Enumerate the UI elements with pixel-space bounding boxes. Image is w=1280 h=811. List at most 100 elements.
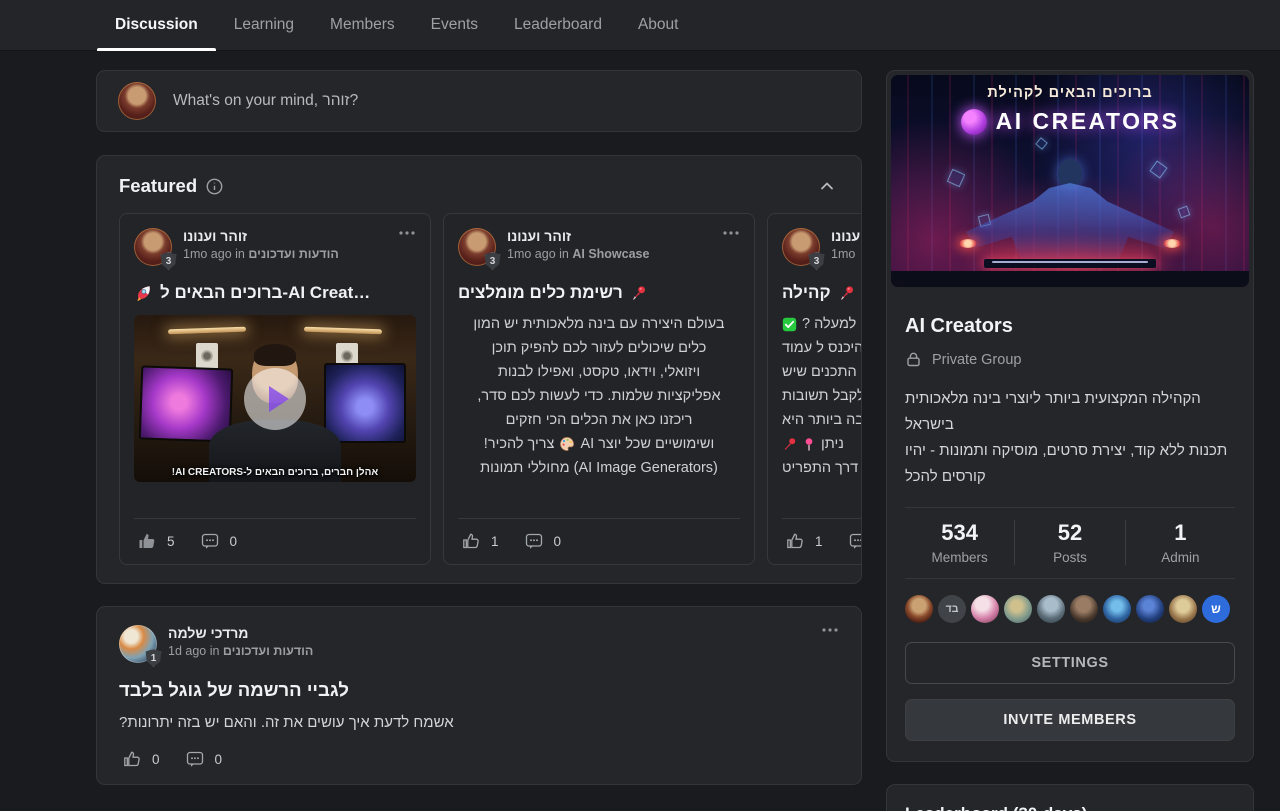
body-segment: ניתן [821, 432, 844, 456]
chevron-up-icon[interactable] [819, 178, 835, 194]
post-time: 1mo [831, 247, 855, 261]
tab-events[interactable]: Events [413, 0, 496, 51]
post-channel[interactable]: הודעות ועדכונים [248, 247, 338, 261]
post-title[interactable]: ‎ברוכים הבאים ל-AI Creat… [134, 283, 416, 303]
member-avatar[interactable] [1070, 595, 1098, 623]
member-avatars-row: בד ש [905, 595, 1235, 623]
featured-card-tools[interactable]: 3 זוהר וענונו 1mo ago in AI Showcase [443, 213, 755, 565]
post-body: בעולם היצירה עם בינה מלאכותית יש המון כל… [458, 312, 740, 480]
post-card[interactable]: 1 מרדכי שלמה 1d ago in הודעות ועדכונים ל… [96, 606, 862, 785]
body-segment: ושימושיים שכל יוצר AI [580, 432, 714, 456]
lock-icon [905, 351, 922, 368]
body-line: דרך התפריט [782, 456, 862, 480]
banner-figure-head [1058, 159, 1082, 187]
info-icon[interactable] [206, 178, 223, 195]
banner-desk [891, 271, 1249, 287]
author-avatar[interactable]: 3 [458, 228, 496, 266]
author-avatar[interactable]: 3 [134, 228, 172, 266]
featured-card-community[interactable]: 3 זוהר וענונו 1mo ‎קהילה [767, 213, 862, 565]
body-line: לקבל תשובות [782, 384, 862, 408]
post-title[interactable]: לגביי הרשמה של גוגל בלבד [119, 679, 839, 701]
community-page: Discussion Learning Members Events Leade… [0, 0, 1280, 811]
like-button[interactable]: 5 [138, 532, 175, 550]
like-count: 5 [167, 534, 175, 549]
member-avatar[interactable] [971, 595, 999, 623]
member-avatar[interactable] [905, 595, 933, 623]
card-header: 1 מרדכי שלמה 1d ago in הודעות ועדכונים [119, 625, 839, 663]
stat-posts[interactable]: 52 Posts [1014, 520, 1124, 565]
tab-about[interactable]: About [620, 0, 697, 51]
member-avatar[interactable] [1169, 595, 1197, 623]
post-title-text: ‎קהילה [782, 283, 831, 303]
banner-welcome-text: ברוכים הבאים לקהילת [891, 85, 1249, 101]
banner-figure-hand [1163, 239, 1181, 248]
comment-button[interactable]: 0 [201, 532, 238, 550]
like-count: 0 [152, 752, 160, 767]
featured-heading: Featured [119, 175, 197, 197]
like-button[interactable]: 1 [462, 532, 499, 550]
body-line: היכנס ל עמוד [782, 336, 862, 360]
post-title[interactable]: ‎רשימת כלים מומלצים [458, 283, 740, 303]
more-options-icon[interactable] [821, 625, 839, 633]
leaderboard-heading: Leaderboard (30-days) [905, 804, 1235, 811]
member-avatar[interactable] [1136, 595, 1164, 623]
video-caption: אהלן חברים, ברוכים הבאים ל-AI CREATORS! [134, 467, 416, 478]
body-line: ויזואלי, וידאו, טקסט, ואפילו לבנות [458, 360, 740, 384]
card-footer: 1 [782, 518, 862, 550]
card-header: 3 זוהר וענונו 1mo ago in הודעות ועדכונים [134, 228, 416, 266]
author-avatar[interactable]: 1 [119, 625, 157, 663]
body-line: למעלה ? [782, 312, 862, 336]
rocket-icon [134, 284, 153, 303]
post-channel[interactable]: הודעות ועדכונים [223, 644, 313, 658]
more-options-icon[interactable] [722, 228, 740, 236]
body-line: ניתן [782, 432, 862, 456]
featured-header: Featured [119, 172, 861, 200]
body-line: בה ביותר היא [782, 408, 862, 432]
invite-members-button[interactable]: INVITE MEMBERS [905, 699, 1235, 741]
group-description-line: הקהילה המקצועית ביותר ליוצרי בינה מלאכות… [905, 386, 1235, 438]
card-footer: 1 0 [458, 518, 740, 550]
member-avatar[interactable] [1103, 595, 1131, 623]
tab-members[interactable]: Members [312, 0, 413, 51]
banner-figure-hand [959, 239, 977, 248]
comment-button[interactable]: 0 [186, 750, 223, 768]
stat-members[interactable]: 534 Members [905, 520, 1014, 565]
like-button[interactable]: 0 [123, 750, 160, 768]
tab-discussion[interactable]: Discussion [97, 0, 216, 51]
level-badge: 3 [808, 252, 825, 270]
post-composer[interactable]: What's on your mind, זוהר? [96, 70, 862, 132]
member-avatar[interactable] [1037, 595, 1065, 623]
level-badge: 1 [145, 649, 162, 667]
post-body: אשמח לדעת איך עושים את זה. והאם יש בזה י… [119, 714, 839, 731]
stat-admins[interactable]: 1 Admin [1125, 520, 1235, 565]
banner-brand-text: AI CREATORS [996, 108, 1180, 135]
post-meta: 1d ago in הודעות ועדכונים [168, 644, 313, 658]
like-button[interactable]: 1 [786, 532, 823, 550]
comment-button[interactable] [849, 532, 862, 550]
palette-icon [559, 436, 575, 452]
post-title[interactable]: ‎קהילה [782, 283, 862, 303]
member-avatar[interactable]: ש [1202, 595, 1230, 623]
video-thumbnail[interactable]: אהלן חברים, ברוכים הבאים ל-AI CREATORS! [134, 315, 416, 482]
body-segment: צריך להכיר! [484, 432, 555, 456]
settings-button[interactable]: SETTINGS [905, 642, 1235, 684]
banner-brand-row: AI CREATORS [891, 108, 1249, 135]
comment-button[interactable]: 0 [525, 532, 562, 550]
body-line: אפליקציות שלמות. כדי לעשות לכם סדר, [458, 384, 740, 408]
author-avatar[interactable]: 3 [782, 228, 820, 266]
tab-leaderboard[interactable]: Leaderboard [496, 0, 620, 51]
more-options-icon[interactable] [398, 228, 416, 236]
member-avatar[interactable] [1004, 595, 1032, 623]
author-name[interactable]: זוהר וענונו [831, 228, 862, 244]
member-avatar[interactable]: בד [938, 595, 966, 623]
play-icon[interactable] [244, 368, 306, 430]
author-name[interactable]: זוהר וענונו [507, 228, 649, 244]
author-block: זוהר וענונו 1mo [831, 228, 862, 261]
tab-learning[interactable]: Learning [216, 0, 312, 51]
current-user-avatar[interactable] [118, 82, 156, 120]
featured-card-welcome[interactable]: 3 זוהר וענונו 1mo ago in הודעות ועדכונים [119, 213, 431, 565]
author-name[interactable]: מרדכי שלמה [168, 625, 313, 641]
post-channel[interactable]: AI Showcase [572, 247, 649, 261]
like-count: 1 [491, 534, 499, 549]
author-name[interactable]: זוהר וענונו [183, 228, 339, 244]
